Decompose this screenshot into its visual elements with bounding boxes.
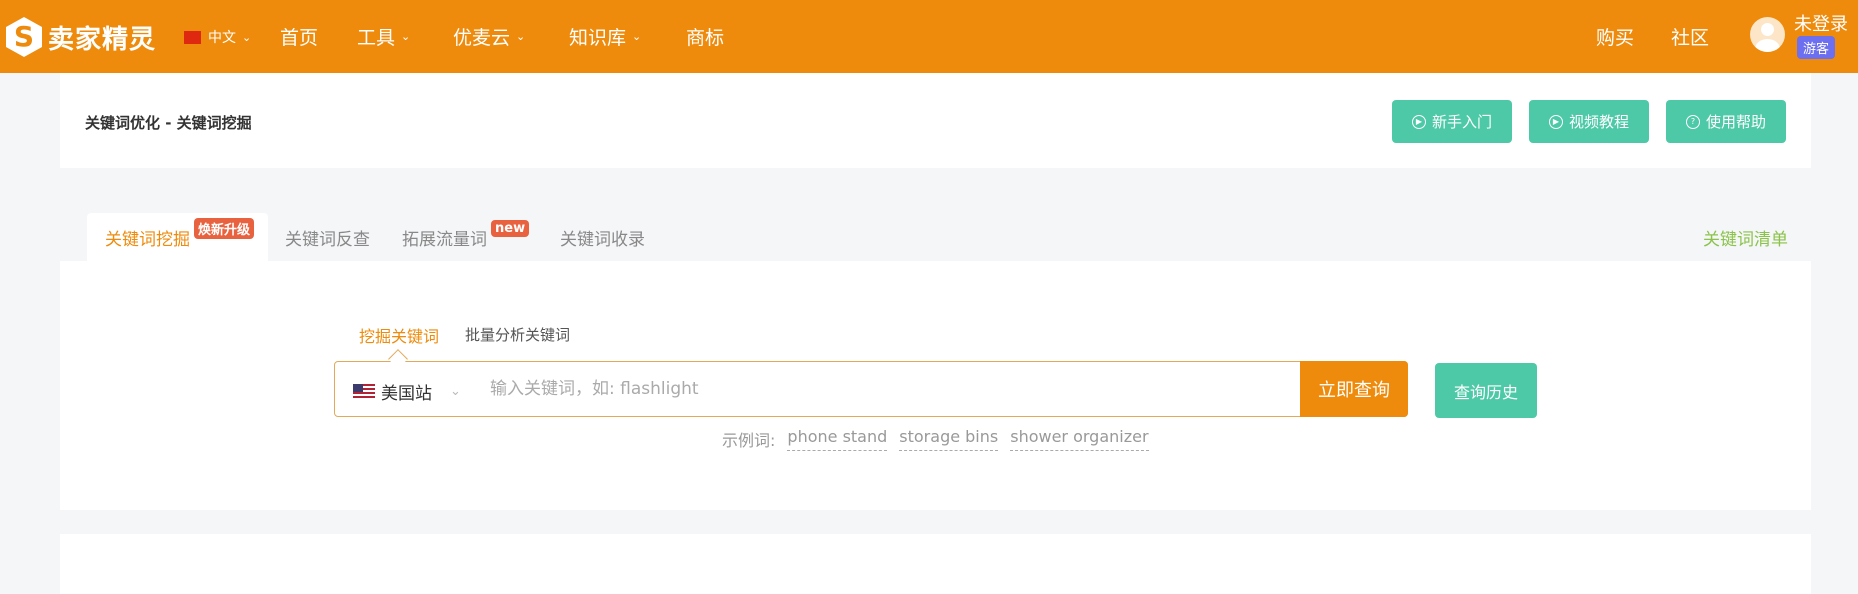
logo-mark: S [6,17,42,57]
tab-label: 关键词收录 [560,229,645,250]
keyword-input[interactable] [490,374,1290,404]
nav-label: 首页 [280,27,319,49]
logo[interactable]: S 卖家精灵 [6,17,156,57]
example-keywords: 示例词: phone stand storage bins shower org… [722,427,1149,451]
nav-home[interactable]: 首页 [280,23,318,50]
nav-youmaiyun[interactable]: 优麦云 ⌄ [453,23,525,50]
play-icon: ▶ [1411,114,1426,129]
search-box: 美国站 ⌄ 立即查询 [334,361,1408,417]
nav-tools[interactable]: 工具 ⌄ [357,23,410,50]
button-label: 新手入门 [1431,113,1492,131]
example-label: 示例词: [722,431,776,450]
guest-badge: 游客 [1797,36,1836,59]
nav-community[interactable]: 社区 [1671,23,1709,50]
site-label: 美国站 [381,384,432,404]
tab-reverse-lookup[interactable]: 关键词反查 [285,213,370,261]
tab-keyword-mining[interactable]: 关键词挖掘 焕新升级 [87,213,268,261]
china-flag-icon [184,30,201,44]
nav-label: 工具 [357,27,396,49]
nav-label: 商标 [686,27,725,49]
nav-label: 知识库 [569,27,627,49]
button-label: 使用帮助 [1705,113,1766,131]
history-button[interactable]: 查询历史 [1435,363,1537,418]
example-keyword[interactable]: shower organizer [1010,427,1149,451]
tab-label: 拓展流量词 [402,229,487,250]
keyword-list-link[interactable]: 关键词清单 [1703,213,1788,261]
play-icon: ▶ [1548,114,1563,129]
top-header: S 卖家精灵 中文 ⌄ 首页 工具 ⌄ 优麦云 ⌄ 知识库 ⌄ 商标 购买 社区 未登录… [0,0,1858,73]
upgrade-badge: 焕新升级 [193,217,254,239]
nav-buy[interactable]: 购买 [1596,23,1634,50]
breadcrumb: 关键词优化 - 关键词挖掘 [85,114,252,132]
chevron-down-icon: ⌄ [242,30,252,44]
button-label: 视频教程 [1568,113,1629,131]
new-badge: new [491,219,530,237]
beginner-guide-button[interactable]: ▶ 新手入门 [1392,100,1512,143]
nav-label: 优麦云 [453,27,511,49]
search-button[interactable]: 立即查询 [1300,361,1408,417]
user-status[interactable]: 未登录 [1794,10,1848,36]
site-selector[interactable]: 美国站 ⌄ [353,379,461,404]
chevron-down-icon: ⌄ [401,30,411,43]
tab-traffic-expansion[interactable]: 拓展流量词 new [402,213,530,261]
chevron-down-icon: ⌄ [450,384,461,399]
help-icon: ? [1685,114,1700,129]
mode-batch-analysis[interactable]: 批量分析关键词 [465,324,570,345]
nav-trademark[interactable]: 商标 [686,23,724,50]
language-label: 中文 [208,30,236,46]
logo-text: 卖家精灵 [48,24,157,55]
avatar[interactable] [1750,17,1785,52]
chevron-down-icon: ⌄ [632,30,642,43]
chevron-down-icon: ⌄ [516,30,526,43]
results-panel [60,534,1811,594]
mode-mine-keywords[interactable]: 挖掘关键词 [359,323,439,347]
tab-label: 关键词反查 [285,229,370,250]
tab-label: 关键词挖掘 [105,229,190,250]
nav-knowledge[interactable]: 知识库 ⌄ [569,23,641,50]
language-selector[interactable]: 中文 ⌄ [184,27,251,47]
tab-keyword-indexing[interactable]: 关键词收录 [560,213,645,261]
video-tutorial-button[interactable]: ▶ 视频教程 [1529,100,1649,143]
example-keyword[interactable]: storage bins [899,427,999,451]
us-flag-icon [353,384,375,399]
example-keyword[interactable]: phone stand [787,427,888,451]
help-button[interactable]: ? 使用帮助 [1666,100,1786,143]
